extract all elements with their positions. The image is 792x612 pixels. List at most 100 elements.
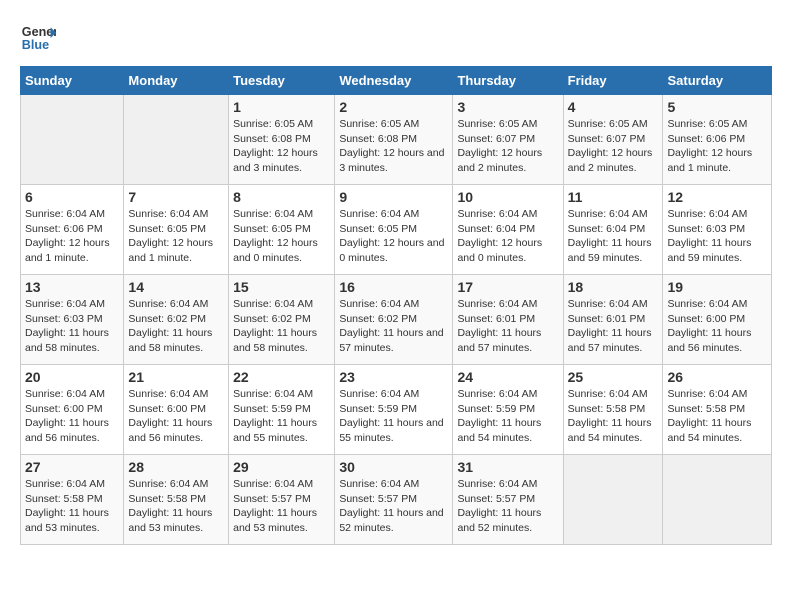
week-row-4: 20 Sunrise: 6:04 AM Sunset: 6:00 PM Dayli… <box>21 365 772 455</box>
day-info: Sunrise: 6:04 AM Sunset: 6:00 PM Dayligh… <box>25 387 119 446</box>
day-number: 17 <box>457 279 558 295</box>
day-number: 8 <box>233 189 330 205</box>
calendar-cell <box>563 455 663 545</box>
day-info: Sunrise: 6:04 AM Sunset: 5:58 PM Dayligh… <box>667 387 767 446</box>
day-info: Sunrise: 6:04 AM Sunset: 6:01 PM Dayligh… <box>457 297 558 356</box>
weekday-header-monday: Monday <box>124 67 229 95</box>
calendar-cell: 2 Sunrise: 6:05 AM Sunset: 6:08 PM Daylig… <box>335 95 453 185</box>
calendar-cell <box>21 95 124 185</box>
day-info: Sunrise: 6:04 AM Sunset: 6:04 PM Dayligh… <box>457 207 558 266</box>
day-info: Sunrise: 6:04 AM Sunset: 6:01 PM Dayligh… <box>568 297 659 356</box>
calendar-cell: 5 Sunrise: 6:05 AM Sunset: 6:06 PM Daylig… <box>663 95 772 185</box>
day-info: Sunrise: 6:04 AM Sunset: 5:59 PM Dayligh… <box>233 387 330 446</box>
day-info: Sunrise: 6:04 AM Sunset: 6:00 PM Dayligh… <box>128 387 224 446</box>
day-info: Sunrise: 6:04 AM Sunset: 6:06 PM Dayligh… <box>25 207 119 266</box>
weekday-header-thursday: Thursday <box>453 67 563 95</box>
day-number: 21 <box>128 369 224 385</box>
day-info: Sunrise: 6:04 AM Sunset: 6:03 PM Dayligh… <box>25 297 119 356</box>
calendar-body: 1 Sunrise: 6:05 AM Sunset: 6:08 PM Daylig… <box>21 95 772 545</box>
weekday-header-row: SundayMondayTuesdayWednesdayThursdayFrid… <box>21 67 772 95</box>
week-row-2: 6 Sunrise: 6:04 AM Sunset: 6:06 PM Daylig… <box>21 185 772 275</box>
week-row-1: 1 Sunrise: 6:05 AM Sunset: 6:08 PM Daylig… <box>21 95 772 185</box>
calendar-cell: 31Sunrise: 6:04 AM Sunset: 5:57 PM Dayli… <box>453 455 563 545</box>
day-number: 28 <box>128 459 224 475</box>
day-info: Sunrise: 6:04 AM Sunset: 5:59 PM Dayligh… <box>457 387 558 446</box>
calendar-cell <box>124 95 229 185</box>
day-number: 16 <box>339 279 448 295</box>
day-number: 13 <box>25 279 119 295</box>
calendar-cell: 29 Sunrise: 6:04 AM Sunset: 5:57 PM Dayli… <box>229 455 335 545</box>
week-row-3: 13 Sunrise: 6:04 AM Sunset: 6:03 PM Dayli… <box>21 275 772 365</box>
day-number: 6 <box>25 189 119 205</box>
day-info: Sunrise: 6:04 AM Sunset: 6:02 PM Dayligh… <box>233 297 330 356</box>
day-number: 23 <box>339 369 448 385</box>
day-number: 10 <box>457 189 558 205</box>
day-info: Sunrise: 6:04 AM Sunset: 6:03 PM Dayligh… <box>667 207 767 266</box>
day-number: 20 <box>25 369 119 385</box>
logo-icon: General Blue <box>20 20 56 56</box>
calendar-cell: 25 Sunrise: 6:04 AM Sunset: 5:58 PM Dayli… <box>563 365 663 455</box>
day-number: 3 <box>457 99 558 115</box>
weekday-header-sunday: Sunday <box>21 67 124 95</box>
day-number: 12 <box>667 189 767 205</box>
logo: General Blue <box>20 20 56 56</box>
day-number: 25 <box>568 369 659 385</box>
week-row-5: 27Sunrise: 6:04 AM Sunset: 5:58 PM Dayli… <box>21 455 772 545</box>
day-info: Sunrise: 6:05 AM Sunset: 6:06 PM Dayligh… <box>667 117 767 176</box>
calendar-table: SundayMondayTuesdayWednesdayThursdayFrid… <box>20 66 772 545</box>
calendar-cell: 16 Sunrise: 6:04 AM Sunset: 6:02 PM Dayli… <box>335 275 453 365</box>
calendar-cell: 21 Sunrise: 6:04 AM Sunset: 6:00 PM Dayli… <box>124 365 229 455</box>
calendar-cell: 20 Sunrise: 6:04 AM Sunset: 6:00 PM Dayli… <box>21 365 124 455</box>
calendar-cell: 22 Sunrise: 6:04 AM Sunset: 5:59 PM Dayli… <box>229 365 335 455</box>
day-number: 7 <box>128 189 224 205</box>
day-info: Sunrise: 6:04 AM Sunset: 6:05 PM Dayligh… <box>233 207 330 266</box>
calendar-cell: 3Sunrise: 6:05 AM Sunset: 6:07 PM Daylig… <box>453 95 563 185</box>
calendar-cell: 1 Sunrise: 6:05 AM Sunset: 6:08 PM Daylig… <box>229 95 335 185</box>
day-info: Sunrise: 6:04 AM Sunset: 6:05 PM Dayligh… <box>128 207 224 266</box>
day-number: 26 <box>667 369 767 385</box>
day-info: Sunrise: 6:05 AM Sunset: 6:08 PM Dayligh… <box>339 117 448 176</box>
weekday-header-saturday: Saturday <box>663 67 772 95</box>
svg-text:Blue: Blue <box>22 38 49 52</box>
day-info: Sunrise: 6:05 AM Sunset: 6:08 PM Dayligh… <box>233 117 330 176</box>
calendar-cell: 7 Sunrise: 6:04 AM Sunset: 6:05 PM Daylig… <box>124 185 229 275</box>
day-number: 29 <box>233 459 330 475</box>
calendar-cell: 4Sunrise: 6:05 AM Sunset: 6:07 PM Daylig… <box>563 95 663 185</box>
day-number: 22 <box>233 369 330 385</box>
page-header: General Blue <box>20 20 772 56</box>
day-number: 14 <box>128 279 224 295</box>
day-number: 24 <box>457 369 558 385</box>
day-info: Sunrise: 6:04 AM Sunset: 5:59 PM Dayligh… <box>339 387 448 446</box>
calendar-cell: 10 Sunrise: 6:04 AM Sunset: 6:04 PM Dayli… <box>453 185 563 275</box>
calendar-cell: 24 Sunrise: 6:04 AM Sunset: 5:59 PM Dayli… <box>453 365 563 455</box>
day-number: 31 <box>457 459 558 475</box>
day-number: 30 <box>339 459 448 475</box>
day-number: 9 <box>339 189 448 205</box>
day-number: 1 <box>233 99 330 115</box>
day-number: 11 <box>568 189 659 205</box>
calendar-cell: 18 Sunrise: 6:04 AM Sunset: 6:01 PM Dayli… <box>563 275 663 365</box>
day-info: Sunrise: 6:04 AM Sunset: 5:57 PM Dayligh… <box>233 477 330 536</box>
calendar-cell: 8 Sunrise: 6:04 AM Sunset: 6:05 PM Daylig… <box>229 185 335 275</box>
calendar-cell <box>663 455 772 545</box>
calendar-cell: 28 Sunrise: 6:04 AM Sunset: 5:58 PM Dayli… <box>124 455 229 545</box>
day-info: Sunrise: 6:04 AM Sunset: 6:00 PM Dayligh… <box>667 297 767 356</box>
day-info: Sunrise: 6:04 AM Sunset: 5:58 PM Dayligh… <box>568 387 659 446</box>
calendar-cell: 13 Sunrise: 6:04 AM Sunset: 6:03 PM Dayli… <box>21 275 124 365</box>
day-number: 4 <box>568 99 659 115</box>
calendar-cell: 27Sunrise: 6:04 AM Sunset: 5:58 PM Dayli… <box>21 455 124 545</box>
day-info: Sunrise: 6:04 AM Sunset: 5:58 PM Dayligh… <box>128 477 224 536</box>
day-number: 2 <box>339 99 448 115</box>
calendar-cell: 15Sunrise: 6:04 AM Sunset: 6:02 PM Dayli… <box>229 275 335 365</box>
day-info: Sunrise: 6:04 AM Sunset: 5:57 PM Dayligh… <box>339 477 448 536</box>
calendar-cell: 19 Sunrise: 6:04 AM Sunset: 6:00 PM Dayli… <box>663 275 772 365</box>
calendar-cell: 30 Sunrise: 6:04 AM Sunset: 5:57 PM Dayli… <box>335 455 453 545</box>
calendar-cell: 6 Sunrise: 6:04 AM Sunset: 6:06 PM Daylig… <box>21 185 124 275</box>
weekday-header-wednesday: Wednesday <box>335 67 453 95</box>
day-number: 19 <box>667 279 767 295</box>
day-number: 5 <box>667 99 767 115</box>
calendar-cell: 11 Sunrise: 6:04 AM Sunset: 6:04 PM Dayli… <box>563 185 663 275</box>
day-info: Sunrise: 6:04 AM Sunset: 6:04 PM Dayligh… <box>568 207 659 266</box>
day-info: Sunrise: 6:04 AM Sunset: 6:02 PM Dayligh… <box>339 297 448 356</box>
day-number: 18 <box>568 279 659 295</box>
